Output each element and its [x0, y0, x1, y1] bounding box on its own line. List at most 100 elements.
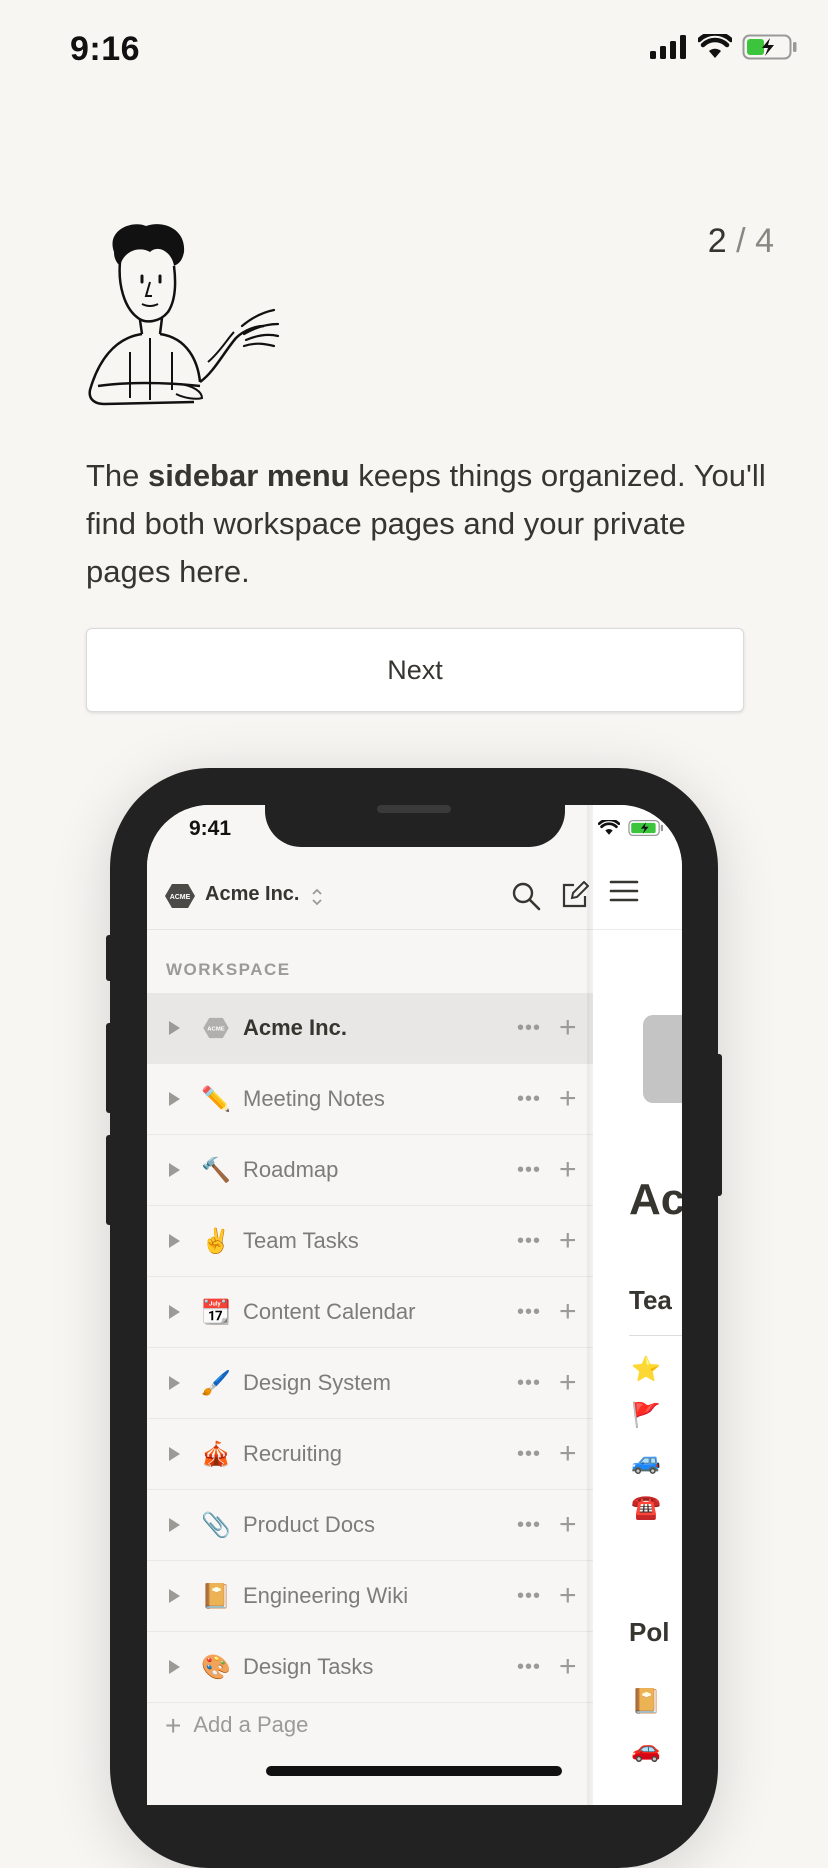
add-page-button[interactable]: + Add a Page	[165, 1710, 308, 1742]
sidebar-item-roadmap[interactable]: 🔨 Roadmap ••• +	[147, 1135, 593, 1206]
mock-status-icons	[598, 819, 664, 837]
search-icon[interactable]	[511, 881, 541, 911]
status-icons	[650, 34, 798, 60]
desc-text-bold: sidebar menu	[148, 458, 350, 493]
step-total: 4	[755, 222, 774, 260]
step-separator: /	[736, 222, 746, 260]
more-icon[interactable]: •••	[517, 1088, 541, 1111]
sidebar-item-label: Design System	[243, 1370, 391, 1395]
add-page-label: Add a Page	[193, 1712, 309, 1737]
expand-arrow-icon[interactable]	[169, 1660, 180, 1674]
page-panel: Ac Tea ⭐ 🚩 🚙 ☎️ Pol 📔 🚗	[593, 805, 682, 1805]
more-icon[interactable]: •••	[517, 1585, 541, 1608]
cellular-signal-icon	[650, 35, 686, 59]
compose-icon[interactable]	[561, 881, 589, 909]
paintbrush-icon: 🖌️	[201, 1369, 231, 1397]
expand-arrow-icon[interactable]	[169, 1376, 180, 1390]
sidebar-header: ACME Acme Inc.	[147, 865, 593, 930]
add-icon[interactable]: +	[559, 1366, 577, 1400]
expand-arrow-icon[interactable]	[169, 1589, 180, 1603]
desc-text-before: The	[86, 458, 149, 493]
car-icon: 🚙	[631, 1448, 661, 1475]
paperclip-icon: 📎	[201, 1511, 231, 1539]
pencil-icon: ✏️	[201, 1085, 231, 1113]
sidebar-item-label: Design Tasks	[243, 1654, 374, 1679]
notebook-icon: 📔	[631, 1688, 661, 1715]
workspace-switch-icon[interactable]	[311, 887, 323, 907]
sidebar-item-design-system[interactable]: 🖌️ Design System ••• +	[147, 1348, 593, 1419]
expand-arrow-icon[interactable]	[169, 1518, 180, 1532]
mock-status-time: 9:41	[189, 817, 232, 840]
sidebar: ACME Acme Inc. WORKSPACE ACME Acme Inc. …	[147, 805, 593, 1805]
sidebar-item-engineering-wiki[interactable]: 📔 Engineering Wiki ••• +	[147, 1561, 593, 1632]
svg-text:ACME: ACME	[207, 1027, 224, 1033]
workspace-name[interactable]: Acme Inc.	[205, 883, 299, 906]
add-icon[interactable]: +	[559, 1508, 577, 1542]
add-icon[interactable]: +	[559, 1224, 577, 1258]
expand-arrow-icon[interactable]	[169, 1234, 180, 1248]
phone-volume-down	[106, 1135, 114, 1225]
page-header-divider	[593, 929, 682, 930]
page-icon	[643, 1015, 682, 1103]
sidebar-item-label: Team Tasks	[243, 1228, 359, 1253]
sidebar-item-recruiting[interactable]: 🎪 Recruiting ••• +	[147, 1419, 593, 1490]
hamburger-menu-icon[interactable]	[609, 879, 639, 903]
sidebar-item-product-docs[interactable]: 📎 Product Docs ••• +	[147, 1490, 593, 1561]
star-icon: ⭐	[631, 1356, 661, 1383]
page-title: Ac	[629, 1175, 682, 1224]
more-icon[interactable]: •••	[517, 1017, 541, 1040]
next-button[interactable]: Next	[86, 628, 744, 712]
sidebar-item-label: Content Calendar	[243, 1299, 416, 1324]
phone-speaker	[377, 805, 451, 813]
red-car-icon: 🚗	[631, 1736, 661, 1763]
circus-tent-icon: 🎪	[201, 1440, 231, 1468]
page-heading-policies: Pol	[629, 1617, 670, 1647]
page-heading-team: Tea	[629, 1285, 672, 1315]
phone-screen: ACME Acme Inc. WORKSPACE ACME Acme Inc. …	[147, 805, 682, 1805]
expand-arrow-icon[interactable]	[169, 1305, 180, 1319]
sidebar-item-meeting-notes[interactable]: ✏️ Meeting Notes ••• +	[147, 1064, 593, 1135]
telephone-icon: ☎️	[631, 1494, 661, 1521]
add-icon[interactable]: +	[559, 1153, 577, 1187]
add-icon[interactable]: +	[559, 1579, 577, 1613]
victory-hand-icon: ✌️	[201, 1227, 231, 1255]
battery-charging-icon	[742, 34, 797, 60]
sidebar-item-content-calendar[interactable]: 📆 Content Calendar ••• +	[147, 1277, 593, 1348]
home-indicator[interactable]	[266, 1766, 562, 1776]
palette-icon: 🎨	[201, 1653, 231, 1681]
more-icon[interactable]: •••	[517, 1656, 541, 1679]
sidebar-item-team-tasks[interactable]: ✌️ Team Tasks ••• +	[147, 1206, 593, 1277]
expand-arrow-icon[interactable]	[169, 1163, 180, 1177]
add-icon[interactable]: +	[559, 1650, 577, 1684]
notebook-icon: 📔	[201, 1582, 231, 1610]
add-icon[interactable]: +	[559, 1082, 577, 1116]
expand-arrow-icon[interactable]	[169, 1092, 180, 1106]
wifi-icon	[698, 34, 732, 58]
sidebar-list: ACME Acme Inc. ••• + ✏️ Meeting Notes ••…	[147, 993, 593, 1703]
more-icon[interactable]: •••	[517, 1514, 541, 1537]
expand-arrow-icon[interactable]	[169, 1021, 180, 1035]
sidebar-item-label: Meeting Notes	[243, 1086, 385, 1111]
sidebar-item-design-tasks[interactable]: 🎨 Design Tasks ••• +	[147, 1632, 593, 1703]
add-icon[interactable]: +	[559, 1437, 577, 1471]
battery-charging-icon	[628, 819, 664, 837]
step-current: 2	[707, 222, 727, 260]
expand-arrow-icon[interactable]	[169, 1447, 180, 1461]
wifi-icon	[598, 820, 620, 835]
more-icon[interactable]: •••	[517, 1230, 541, 1253]
more-icon[interactable]: •••	[517, 1443, 541, 1466]
phone-power-button	[714, 1054, 722, 1196]
more-icon[interactable]: •••	[517, 1159, 541, 1182]
sidebar-item-acme[interactable]: ACME Acme Inc. ••• +	[147, 993, 593, 1064]
more-icon[interactable]: •••	[517, 1301, 541, 1324]
flag-icon: 🚩	[631, 1402, 661, 1429]
add-icon[interactable]: +	[559, 1295, 577, 1329]
step-indicator: 2 / 4	[708, 222, 774, 261]
sidebar-section-label: WORKSPACE	[166, 960, 291, 979]
status-bar: 9:16	[0, 0, 828, 100]
add-icon[interactable]: +	[559, 1011, 577, 1045]
onboarding-description: The sidebar menu keeps things organized.…	[86, 452, 766, 596]
svg-text:ACME: ACME	[170, 894, 191, 901]
sidebar-item-label: Recruiting	[243, 1441, 343, 1466]
more-icon[interactable]: •••	[517, 1372, 541, 1395]
